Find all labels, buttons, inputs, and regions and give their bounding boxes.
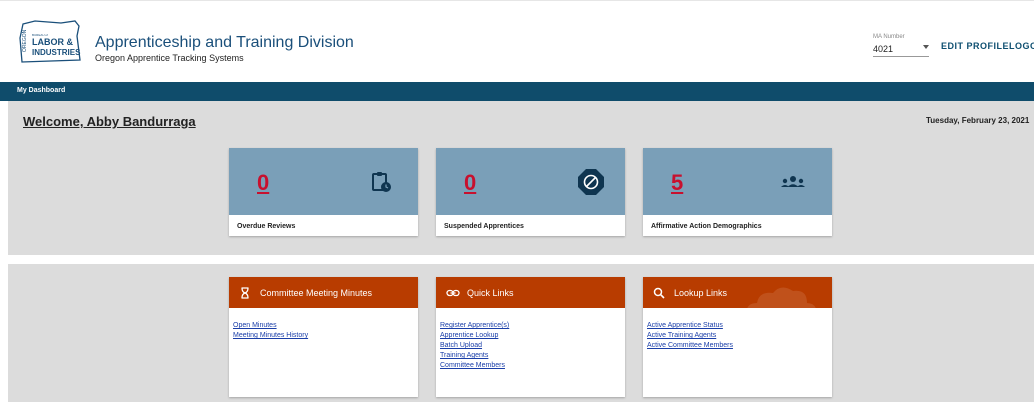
panel-lookup-links: Lookup Links Active Apprentice Status Ac… [643,277,832,397]
list-item: Open Minutes [233,321,308,331]
batch-upload-link[interactable]: Batch Upload [440,342,482,349]
panel-link-list: Open Minutes Meeting Minutes History [233,321,308,341]
panel-title: Committee Meeting Minutes [260,288,373,298]
app-header: OREGON BUREAU of LABOR & INDUSTRIES Appr… [0,0,1034,83]
block-icon [578,169,604,195]
division-title: Apprenticeship and Training Division [95,34,354,51]
hourglass-icon [241,287,249,299]
chevron-down-icon [923,45,929,49]
link-icon [446,289,460,297]
stat-card-banner: 5 [643,148,832,215]
list-item: Register Apprentice(s) [440,321,509,331]
group-icon [781,176,805,187]
ma-number-value: 4021 [873,44,894,54]
training-agents-link[interactable]: Training Agents [440,352,488,359]
cloud-decoration [747,287,816,308]
open-minutes-link[interactable]: Open Minutes [233,322,277,329]
svg-text:LABOR &: LABOR & [32,37,73,47]
panel-link-list: Active Apprentice Status Active Training… [647,321,733,351]
list-item: Active Apprentice Status [647,321,733,331]
svg-text:INDUSTRIES: INDUSTRIES [32,48,81,57]
nav-item-my-dashboard[interactable]: My Dashboard [17,87,65,94]
list-item: Meeting Minutes History [233,331,308,341]
apprentice-lookup-link[interactable]: Apprentice Lookup [440,332,498,339]
list-item: Batch Upload [440,341,509,351]
suspended-apprentices-count[interactable]: 0 [464,170,476,196]
meeting-minutes-history-link[interactable]: Meeting Minutes History [233,332,308,339]
overdue-reviews-count[interactable]: 0 [257,170,269,196]
committee-members-link[interactable]: Committee Members [440,362,505,369]
stat-card-affirmative-action: 5 Affirmative Action Demographics [643,148,832,236]
edit-profile-link[interactable]: EDIT PROFILE [941,41,1009,51]
list-item: Active Training Agents [647,331,733,341]
stat-card-banner: 0 [229,148,418,215]
ma-number-label: MA Number [873,34,905,40]
welcome-heading[interactable]: Welcome, Abby Bandurraga [23,114,196,129]
active-committee-members-link[interactable]: Active Committee Members [647,342,733,349]
list-item: Training Agents [440,351,509,361]
panel-header: Committee Meeting Minutes [229,277,418,308]
affirmative-action-count[interactable]: 5 [671,170,683,196]
active-training-agents-link[interactable]: Active Training Agents [647,332,716,339]
panel-link-list: Register Apprentice(s) Apprentice Lookup… [440,321,509,371]
ma-number-select[interactable]: 4021 [873,42,929,57]
main-nav: My Dashboard [0,82,1034,101]
panel-header: Lookup Links [643,277,832,308]
panel-title: Quick Links [467,288,514,298]
boli-logo[interactable]: OREGON BUREAU of LABOR & INDUSTRIES [17,18,84,66]
list-item: Active Committee Members [647,341,733,351]
logout-link[interactable]: LOGOU [1009,41,1034,51]
list-item: Apprentice Lookup [440,331,509,341]
system-subtitle: Oregon Apprentice Tracking Systems [95,53,244,63]
panel-quick-links: Quick Links Register Apprentice(s) Appre… [436,277,625,397]
search-icon [653,287,665,299]
overdue-reviews-label: Overdue Reviews [237,223,296,230]
panel-committee-meeting-minutes: Committee Meeting Minutes Open Minutes M… [229,277,418,397]
active-apprentice-status-link[interactable]: Active Apprentice Status [647,322,723,329]
current-date: Tuesday, February 23, 2021 [926,116,1030,125]
suspended-apprentices-label: Suspended Apprentices [444,223,524,230]
register-apprentice-link[interactable]: Register Apprentice(s) [440,322,509,329]
stat-card-suspended-apprentices: 0 Suspended Apprentices [436,148,625,236]
panel-title: Lookup Links [674,288,728,298]
stat-card-banner: 0 [436,148,625,215]
affirmative-action-label: Affirmative Action Demographics [651,223,762,230]
list-item: Committee Members [440,361,509,371]
panel-header: Quick Links [436,277,625,308]
clipboard-clock-icon [372,172,391,192]
stat-card-overdue-reviews: 0 Overdue Reviews [229,148,418,236]
svg-text:OREGON: OREGON [22,29,28,52]
